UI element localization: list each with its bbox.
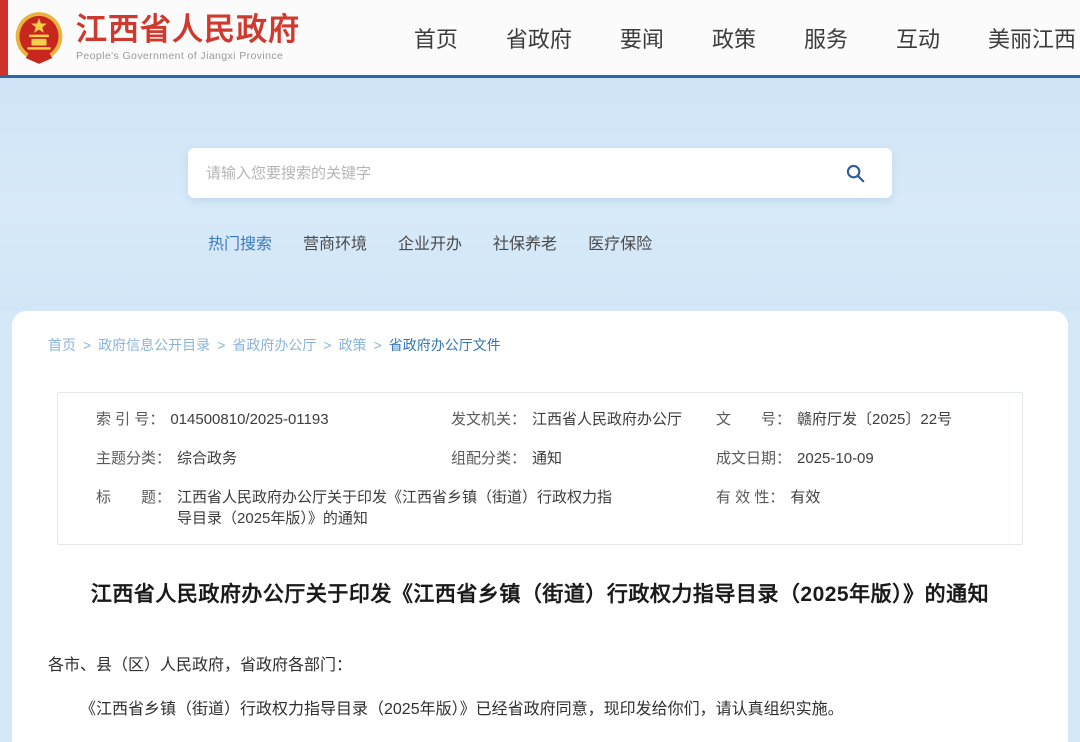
meta-index-number: 索 引 号： 014500810/2025-01193 [96,409,451,431]
search-icon [844,162,866,184]
logo-text: 江西省人民政府 People's Government of Jiangxi P… [76,13,300,62]
meta-value: 014500810/2025-01193 [170,409,328,431]
meta-value: 综合政务 [177,448,237,470]
meta-value: 2025-10-09 [797,448,874,470]
site-title: 江西省人民政府 [76,13,300,47]
meta-title: 标 题： 江西省人民政府办公厅关于印发《江西省乡镇（街道）行政权力指导目录（20… [96,487,716,531]
meta-group-category: 组配分类： 通知 [451,448,716,470]
content-card: 首页 > 政府信息公开目录 > 省政府办公厅 > 政策 > 省政府办公厅文件 索… [12,311,1068,742]
hot-tag-social-security[interactable]: 社保养老 [493,230,557,254]
document-meta-grid: 索 引 号： 014500810/2025-01193 发文机关： 江西省人民政… [96,409,1002,530]
document-body: 各市、县（区）人民政府，省政府各部门： 《江西省乡镇（街道）行政权力指导目录（2… [48,652,1032,742]
breadcrumb-current: 省政府办公厅文件 [389,335,501,355]
meta-value: 有效 [790,487,820,509]
nav-item-interaction[interactable]: 互动 [896,22,940,54]
main-nav: 首页 省政府 要闻 政策 服务 互动 美丽江西 [414,22,1080,54]
document-meta-box: 索 引 号： 014500810/2025-01193 发文机关： 江西省人民政… [57,392,1023,545]
nav-item-news[interactable]: 要闻 [620,22,664,54]
meta-value: 江西省人民政府办公厅关于印发《江西省乡镇（街道）行政权力指导目录（2025年版）… [177,487,622,531]
site-subtitle: People's Government of Jiangxi Province [76,50,300,62]
paragraph-1: 《江西省乡镇（街道）行政权力指导目录（2025年版）》已经省政府同意，现印发给你… [48,696,1032,723]
hot-search-row: 热门搜索 营商环境 企业开办 社保养老 医疗保险 [208,230,1080,254]
site-logo[interactable]: 江西省人民政府 People's Government of Jiangxi P… [14,11,300,65]
meta-value: 赣府厅发〔2025〕22号 [797,409,952,431]
site-header: 江西省人民政府 People's Government of Jiangxi P… [0,0,1080,75]
breadcrumb-general-office[interactable]: 省政府办公厅 [232,335,316,355]
hot-tag-business-environment[interactable]: 营商环境 [303,230,367,254]
document-title: 江西省人民政府办公厅关于印发《江西省乡镇（街道）行政权力指导目录（2025年版）… [48,578,1032,608]
nav-item-services[interactable]: 服务 [804,22,848,54]
meta-issue-date: 成文日期： 2025-10-09 [716,448,1002,470]
hot-tag-company-registration[interactable]: 企业开办 [398,230,462,254]
nav-item-provincial-government[interactable]: 省政府 [506,22,572,54]
breadcrumb-home[interactable]: 首页 [48,335,76,355]
search-button[interactable] [844,158,874,188]
nav-item-policy[interactable]: 政策 [712,22,756,54]
meta-label: 文 号： [716,409,791,431]
meta-label: 发文机关： [451,409,526,431]
hot-search-label: 热门搜索 [208,230,272,254]
meta-label: 主题分类： [96,448,171,470]
meta-label: 有 效 性： [716,487,784,509]
meta-value: 江西省人民政府办公厅 [532,409,682,431]
breadcrumb: 首页 > 政府信息公开目录 > 省政府办公厅 > 政策 > 省政府办公厅文件 [48,335,1032,355]
meta-label: 成文日期： [716,448,791,470]
meta-label: 组配分类： [451,448,526,470]
meta-label: 标 题： [96,487,171,509]
meta-value: 通知 [532,448,562,470]
nav-item-beautiful-jiangxi[interactable]: 美丽江西 [988,22,1076,54]
breadcrumb-separator: > [323,337,331,353]
breadcrumb-separator: > [83,337,91,353]
search-input[interactable] [206,165,844,182]
breadcrumb-separator: > [217,337,225,353]
red-edge-strip [0,0,8,75]
meta-theme-category: 主题分类： 综合政务 [96,448,451,470]
paragraph-salutation: 各市、县（区）人民政府，省政府各部门： [48,652,1032,679]
meta-label: 索 引 号： [96,409,164,431]
meta-issuing-agency: 发文机关： 江西省人民政府办公厅 [451,409,716,431]
national-emblem-icon [14,11,64,65]
breadcrumb-policy[interactable]: 政策 [339,335,367,355]
search-hero-section: 热门搜索 营商环境 企业开办 社保养老 医疗保险 [0,78,1080,311]
meta-document-number: 文 号： 赣府厅发〔2025〕22号 [716,409,1002,431]
breadcrumb-info-directory[interactable]: 政府信息公开目录 [98,335,210,355]
nav-item-home[interactable]: 首页 [414,22,458,54]
hot-tag-medical-insurance[interactable]: 医疗保险 [588,230,652,254]
meta-validity: 有 效 性： 有效 [716,487,1002,531]
search-bar [188,148,892,198]
breadcrumb-separator: > [374,337,382,353]
